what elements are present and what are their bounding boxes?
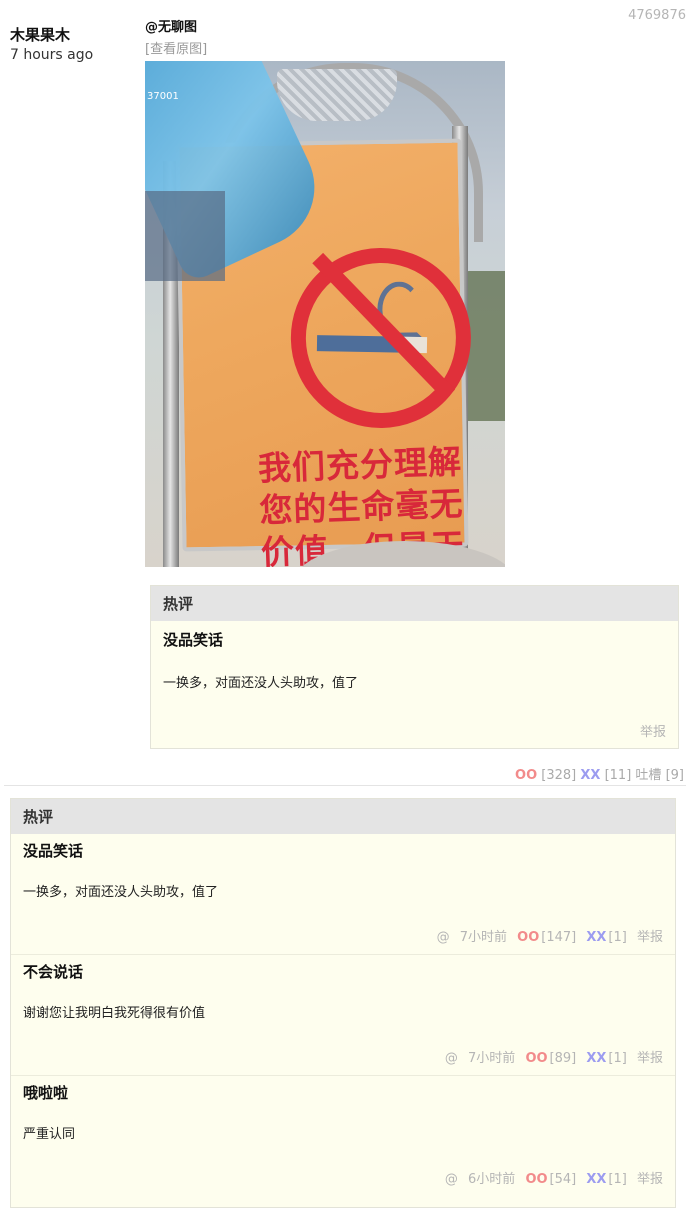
xx-button[interactable]: XX <box>580 768 600 783</box>
oo-button[interactable]: OO <box>517 930 539 945</box>
divider <box>4 785 686 786</box>
hot-comments-list: 热评 没品笑话 一换多，对面还没人头助攻，值了 @ 7小时前 OO [147] X… <box>10 798 676 1208</box>
post-body: @无聊图 [查看原图] 我们充分理解您的生命毫无价值，但是天然气真的很贵 370… <box>145 16 685 749</box>
xx-count: [11] <box>604 768 632 783</box>
hot-preview-author: 没品笑话 <box>163 631 224 649</box>
post-time: 7 hours ago <box>10 47 94 63</box>
comment-author[interactable]: 哦啦啦 <box>23 1082 663 1103</box>
comment-text: 一换多，对面还没人头助攻，值了 <box>23 885 219 900</box>
oo-count: [328] <box>541 768 577 783</box>
oo-count: [54] <box>549 1172 577 1187</box>
xx-count: [1] <box>608 930 627 945</box>
comment-author[interactable]: 没品笑话 <box>23 840 663 861</box>
comment-time: 6小时前 <box>468 1172 516 1187</box>
comment-author[interactable]: 不会说话 <box>23 961 663 982</box>
comments-header: 热评 <box>11 799 675 834</box>
author-block: 木果果木 7 hours ago <box>10 24 93 63</box>
report-link[interactable]: 举报 <box>640 725 666 740</box>
comment-time: 7小时前 <box>459 930 508 945</box>
tucao-button[interactable]: 吐槽 <box>635 768 661 783</box>
oo-button[interactable]: OO <box>525 1051 547 1066</box>
vote-row: OO [328] XX [11] 吐槽 [9] <box>515 764 684 783</box>
post-image[interactable]: 我们充分理解您的生命毫无价值，但是天然气真的很贵 37001 <box>145 61 505 567</box>
reply-at-button[interactable]: @ <box>445 1172 458 1187</box>
lamp-shape <box>277 69 397 121</box>
comment-item: 不会说话 谢谢您让我明白我死得很有价值 @ 7小时前 OO [89] XX [1] … <box>11 955 675 1076</box>
report-link[interactable]: 举报 <box>637 1172 663 1187</box>
report-link[interactable]: 举报 <box>637 1051 663 1066</box>
oo-count: [147] <box>541 930 577 945</box>
xx-button[interactable]: XX <box>586 1172 606 1187</box>
oo-count: [89] <box>549 1051 577 1066</box>
xx-button[interactable]: XX <box>586 930 606 945</box>
xx-count: [1] <box>608 1051 627 1066</box>
oo-button[interactable]: OO <box>525 1172 547 1187</box>
report-link[interactable]: 举报 <box>637 930 663 945</box>
reply-at-button[interactable]: @ <box>437 930 450 945</box>
umbrella-shadow <box>145 191 225 281</box>
comment-text: 严重认同 <box>23 1127 76 1142</box>
view-original-link[interactable]: [查看原图] <box>145 38 207 57</box>
oo-button[interactable]: OO <box>515 768 537 783</box>
tucao-count: [9] <box>665 768 684 783</box>
hot-preview-header: 热评 <box>151 586 678 621</box>
xx-count: [1] <box>608 1172 627 1187</box>
hot-preview-text: 一换多，对面还没人头助攻，值了 <box>163 676 359 691</box>
comment-item: 哦啦啦 严重认同 @ 6小时前 OO [54] XX [1] 举报 <box>11 1076 675 1196</box>
image-watermark: 37001 <box>147 91 179 102</box>
hot-comment-preview: 热评 没品笑话 一换多，对面还没人头助攻，值了 举报 <box>150 585 679 749</box>
author-name[interactable]: 木果果木 <box>10 24 93 45</box>
reply-at-button[interactable]: @ <box>445 1051 458 1066</box>
comment-text: 谢谢您让我明白我死得很有价值 <box>23 1006 206 1021</box>
comment-item: 没品笑话 一换多，对面还没人头助攻，值了 @ 7小时前 OO [147] XX [1… <box>11 834 675 955</box>
mention-text: @无聊图 <box>145 20 198 35</box>
xx-button[interactable]: XX <box>586 1051 606 1066</box>
comment-time: 7小时前 <box>468 1051 516 1066</box>
